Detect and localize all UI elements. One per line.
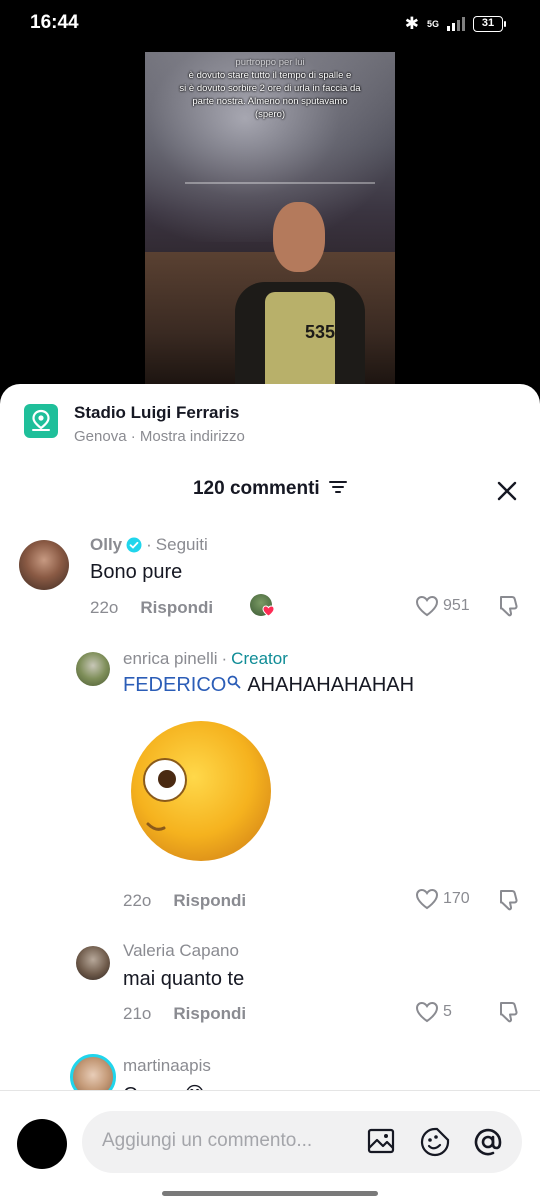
comment-author[interactable]: martinaapis: [123, 1056, 211, 1076]
dislike-icon[interactable]: [496, 1000, 520, 1029]
heart-icon: [415, 888, 439, 910]
comment-text: mai quanto te: [123, 968, 245, 990]
reply-item: enrica pinelli · Creator FEDERICO AHAHAH…: [0, 648, 540, 911]
avatar[interactable]: [19, 540, 69, 590]
comment-author[interactable]: Olly: [90, 535, 122, 555]
comment-author[interactable]: enrica pinelli: [123, 649, 218, 669]
follow-status: Seguiti: [155, 535, 208, 554]
sort-icon[interactable]: [329, 478, 347, 500]
location-pin-icon: [24, 404, 58, 438]
like-button[interactable]: 170: [415, 888, 470, 910]
security-guard-image: 535: [235, 202, 365, 386]
like-count: 5: [443, 1003, 452, 1020]
network-type: 5G: [426, 18, 439, 29]
comment-input-placeholder: Aggiungi un commento...: [102, 1130, 313, 1151]
reply-item: martinaapis Crepo 😂: [0, 1052, 540, 1090]
creator-badge: Creator: [231, 649, 288, 668]
comment-composer: Aggiungi un commento...: [0, 1090, 540, 1200]
like-count: 951: [443, 597, 470, 614]
comments-sheet: Stadio Luigi Ferraris Genova · Mostra in…: [0, 384, 540, 1200]
mention-icon[interactable]: [472, 1126, 504, 1163]
creator-liked-icon: [250, 594, 276, 620]
mention-search-icon: [227, 672, 241, 695]
reply-button[interactable]: Rispondi: [173, 1004, 246, 1023]
avatar[interactable]: [76, 946, 110, 980]
home-indicator[interactable]: [162, 1191, 378, 1196]
battery-icon: 31: [473, 16, 506, 32]
reply-button[interactable]: Rispondi: [173, 891, 246, 910]
avatar[interactable]: [70, 1054, 116, 1090]
verified-badge-icon: [126, 537, 142, 553]
comment-time: 22o: [123, 891, 152, 910]
status-bar: 16:44 ✱ 5G 31: [0, 0, 540, 48]
video-preview[interactable]: 535 purtroppo per lui è dovuto stare tut…: [145, 52, 395, 386]
video-caption: purtroppo per lui è dovuto stare tutto i…: [179, 57, 361, 120]
avatar[interactable]: [76, 652, 110, 686]
status-time: 16:44: [30, 12, 79, 33]
location-tag[interactable]: Stadio Luigi Ferraris Genova · Mostra in…: [24, 403, 245, 445]
comment-time: 21o: [123, 1004, 152, 1023]
comment-text: Bono pure: [90, 561, 183, 583]
bluetooth-icon: ✱: [404, 14, 419, 33]
reply-item: Valeria Capano mai quanto te 21o Rispondi…: [0, 940, 540, 1040]
comment-text: Crepo 😂: [123, 1082, 206, 1090]
dislike-icon[interactable]: [496, 594, 520, 623]
emoji-icon[interactable]: [419, 1126, 451, 1163]
like-button[interactable]: 951: [415, 595, 470, 617]
comment-text: AHAHAHAHAHAH: [247, 674, 415, 696]
comments-count: 120 commenti: [0, 478, 540, 500]
comment-time: 22o: [90, 598, 119, 617]
reply-button[interactable]: Rispondi: [140, 598, 213, 617]
heart-icon: [415, 595, 439, 617]
like-button[interactable]: 5: [415, 1001, 452, 1023]
comment-author[interactable]: Valeria Capano: [123, 941, 239, 961]
close-icon[interactable]: [496, 480, 518, 502]
mention-link[interactable]: FEDERICO: [123, 674, 226, 697]
dislike-icon[interactable]: [496, 888, 520, 917]
status-icons: ✱ 5G 31: [405, 14, 506, 34]
like-count: 170: [443, 890, 470, 907]
location-subtitle[interactable]: Genova · Mostra indirizzo: [74, 428, 245, 445]
emoji-sticker: [128, 718, 274, 864]
comment-item: Olly · Seguiti Bono pure 22o Rispondi 951: [0, 534, 540, 634]
comment-input[interactable]: Aggiungi un commento...: [82, 1111, 522, 1173]
battery-level: 31: [473, 16, 503, 32]
location-title: Stadio Luigi Ferraris: [74, 403, 240, 422]
heart-icon: [415, 1001, 439, 1023]
my-avatar[interactable]: [17, 1119, 67, 1169]
signal-icon: [447, 17, 465, 31]
shirt-number: 535: [305, 322, 336, 342]
image-icon[interactable]: [366, 1126, 396, 1161]
